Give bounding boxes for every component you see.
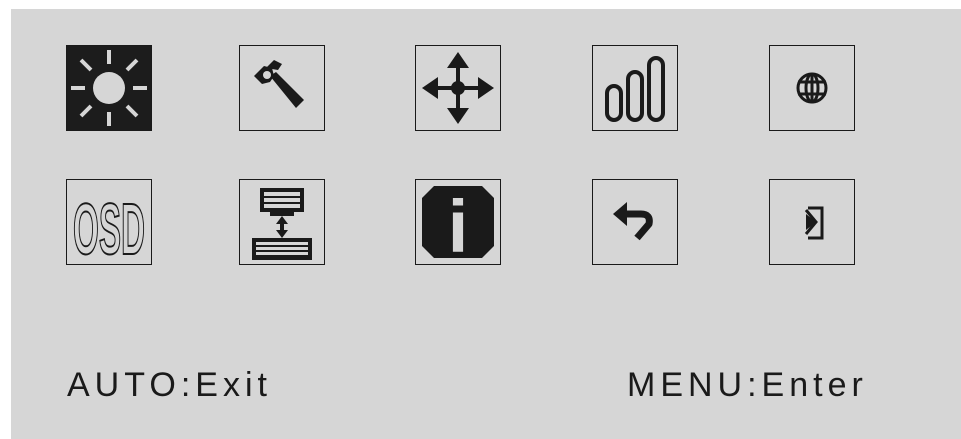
wrench-icon (254, 60, 304, 108)
globe-icon (796, 72, 828, 104)
move-arrows-icon (422, 52, 494, 124)
exit-tile[interactable] (769, 179, 855, 265)
auto-exit-hint: AUTO:Exit (67, 366, 272, 404)
osd-text-icon: OSD (72, 189, 146, 264)
sun-icon (71, 50, 147, 126)
settings-tile[interactable] (239, 45, 325, 131)
reset-tile[interactable] (592, 179, 678, 265)
osd-text-label: OSD (73, 190, 145, 264)
color-bars-icon (605, 56, 665, 122)
position-tile[interactable] (415, 45, 501, 131)
menu-enter-hint: MENU:Enter (627, 366, 868, 404)
osd-menu-panel: OSD i AUTO:Exit MENU:Enter (11, 9, 961, 439)
osd-tile[interactable]: OSD (66, 179, 152, 265)
information-tile[interactable]: i (415, 179, 501, 265)
brightness-tile[interactable] (66, 45, 152, 131)
info-icon: i (422, 185, 494, 264)
info-glyph: i (448, 185, 469, 264)
input-switch-icon (252, 188, 312, 260)
exit-door-icon (804, 206, 824, 240)
color-tile[interactable] (592, 45, 678, 131)
language-tile[interactable] (769, 45, 855, 131)
reset-arrow-icon (613, 202, 653, 241)
input-source-tile[interactable] (239, 179, 325, 265)
